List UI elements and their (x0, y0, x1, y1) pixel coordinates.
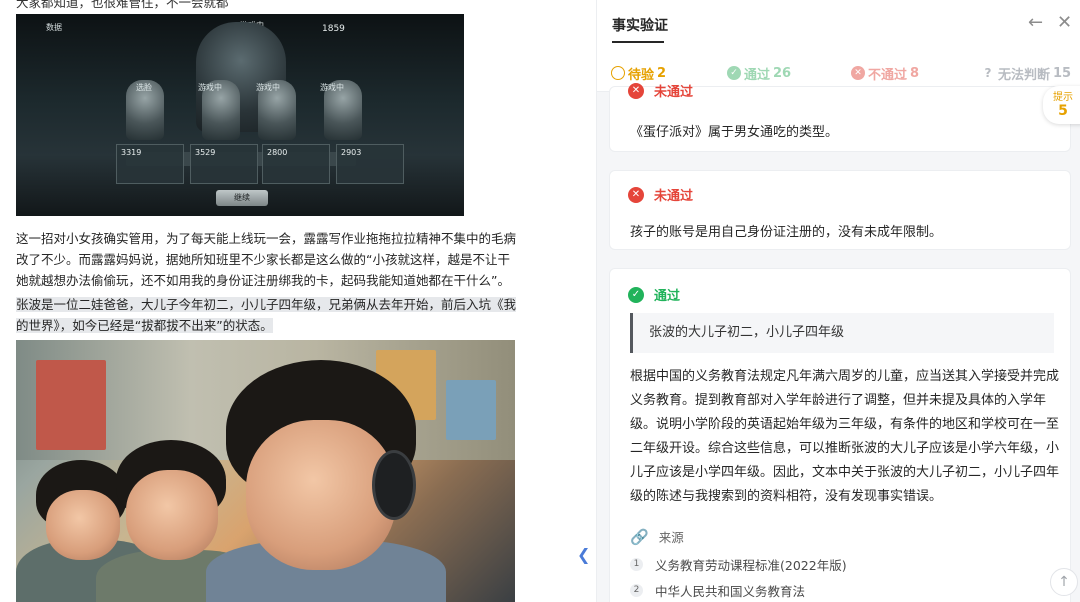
panel-title: 事实验证 (612, 15, 668, 43)
fact-card-status: ✕ 未通过 (628, 185, 693, 204)
check-circle-icon: ✓ (727, 66, 741, 80)
fact-card-expanded[interactable]: ✓ 通过 张波的大儿子初二，小儿子四年级 根据中国的义务教育法规定凡年满六周岁的… (609, 268, 1071, 602)
arrow-left-icon[interactable]: ← (1028, 13, 1048, 33)
filter-fail[interactable]: ✕ 不通过 8 (851, 64, 920, 83)
game-corner-label: 数据 (46, 23, 62, 32)
photo-poster (36, 360, 106, 450)
filter-pass-count: 26 (773, 65, 792, 81)
filter-unknown-count: 15 (1053, 65, 1072, 81)
game-score-top: 1859 (322, 24, 345, 34)
claim-quote: 张波的大儿子初二，小儿子四年级 (630, 313, 1054, 353)
x-circle-icon: ✕ (628, 82, 644, 99)
game-screenshot-image: 数据 游戏中 1859 选脸 游戏中 游戏中 游戏中 3319 3529 280… (16, 14, 464, 216)
headphones-graphic (372, 450, 416, 520)
source-title: 义务教育劳动课程标准(2022年版) (655, 558, 847, 573)
x-circle-icon: ✕ (851, 66, 865, 80)
game-score-panel: 2800 (262, 144, 330, 184)
filter-pass[interactable]: ✓ 通过 26 (727, 64, 792, 83)
filter-fail-label: 不通过 (868, 67, 908, 83)
panel-header: 事实验证 ← ✕ (597, 0, 1080, 48)
article-cut-text: 大家都知道，也很难管住，不一会就都 (16, 0, 229, 10)
article-paragraph: 这一招对小女孩确实管用，为了每天能上线玩一会，露露写作业拖拖拉拉精神不集中的毛病… (16, 231, 517, 288)
game-continue-button: 继续 (216, 190, 268, 206)
source-link[interactable]: 1 义务教育劳动课程标准(2022年版) (630, 555, 847, 574)
fact-card[interactable]: ✕ 未通过 《蛋仔派对》属于男女通吃的类型。 (609, 82, 1071, 152)
x-circle-icon: ✕ (628, 186, 644, 203)
game-score-panel: 3529 (190, 144, 258, 184)
filter-fail-count: 8 (910, 65, 920, 81)
fact-card-status: ✓ 通过 (628, 285, 680, 304)
article-pane: 大家都知道，也很难管住，不一会就都 数据 游戏中 1859 选脸 游戏中 游戏中… (0, 0, 560, 602)
game-score-panel: 3319 (116, 144, 184, 184)
fact-card[interactable]: ✕ 未通过 孩子的账号是用自己身份证注册的，没有未成年限制。 (609, 170, 1071, 250)
source-label: 来源 (658, 530, 684, 545)
game-slot-label: 游戏中 (256, 83, 280, 92)
boy-headphones-photo (16, 340, 515, 602)
filter-pending-count: 2 (657, 65, 667, 81)
source-link[interactable]: 2 中华人民共和国义务教育法 (630, 581, 805, 600)
link-icon: 🔗 (630, 527, 649, 546)
filter-unknown[interactable]: ? 无法判断 15 (981, 64, 1072, 83)
fact-check-panel: 事实验证 ← ✕ 待验 2 ✓ 通过 26 ✕ 不通过 8 ? 无法判断 15 … (596, 0, 1080, 602)
game-score-panel: 2903 (336, 144, 404, 184)
status-label: 通过 (654, 289, 681, 304)
hint-tab[interactable]: 提示 5 (1043, 86, 1080, 124)
arrow-up-icon[interactable]: ↑ (1050, 568, 1078, 596)
game-slot-label: 选脸 (136, 83, 152, 92)
fact-card-claim: 孩子的账号是用自己身份证注册的，没有未成年限制。 (630, 225, 943, 240)
chevron-left-icon[interactable]: ❮ (577, 546, 590, 564)
fact-card-claim: 《蛋仔派对》属于男女通吃的类型。 (630, 125, 839, 140)
status-label: 未通过 (654, 85, 694, 100)
check-circle-icon: ✓ (628, 286, 644, 303)
game-slot-label: 游戏中 (320, 83, 344, 92)
verification-explanation: 根据中国的义务教育法规定凡年满六周岁的儿童，应当送其入学接受并完成义务教育。提到… (630, 369, 1060, 504)
filter-pending-label: 待验 (628, 67, 655, 83)
question-icon: ? (984, 66, 992, 80)
source-index: 2 (630, 584, 643, 597)
photo-poster (446, 380, 496, 440)
hint-label: 提示 (1053, 92, 1073, 103)
filter-pending[interactable]: 待验 2 (611, 64, 667, 83)
hint-count: 5 (1058, 103, 1068, 119)
fact-card-status: ✕ 未通过 (628, 81, 693, 100)
pending-circle-icon (611, 66, 625, 80)
game-slot-label: 游戏中 (198, 83, 222, 92)
highlighted-claim[interactable]: 张波是一位二娃爸爸，大儿子今年初二，小儿子四年级，兄弟俩从去年开始，前后入坑《我… (16, 297, 517, 333)
filter-unknown-label: 无法判断 (998, 67, 1051, 83)
source-index: 1 (630, 558, 643, 571)
photo-kid-face (46, 490, 120, 560)
article-paragraph-highlighted[interactable]: 张波是一位二娃爸爸，大儿子今年初二，小儿子四年级，兄弟俩从去年开始，前后入坑《我… (16, 294, 517, 336)
source-title: 中华人民共和国义务教育法 (655, 584, 806, 599)
source-header: 🔗 来源 (630, 527, 684, 546)
app-root: 大家都知道，也很难管住，不一会就都 数据 游戏中 1859 选脸 游戏中 游戏中… (0, 0, 1080, 602)
status-label: 未通过 (654, 189, 694, 204)
filter-pass-label: 通过 (744, 67, 771, 83)
photo-kid-face (126, 470, 218, 560)
close-icon[interactable]: ✕ (1057, 13, 1077, 33)
